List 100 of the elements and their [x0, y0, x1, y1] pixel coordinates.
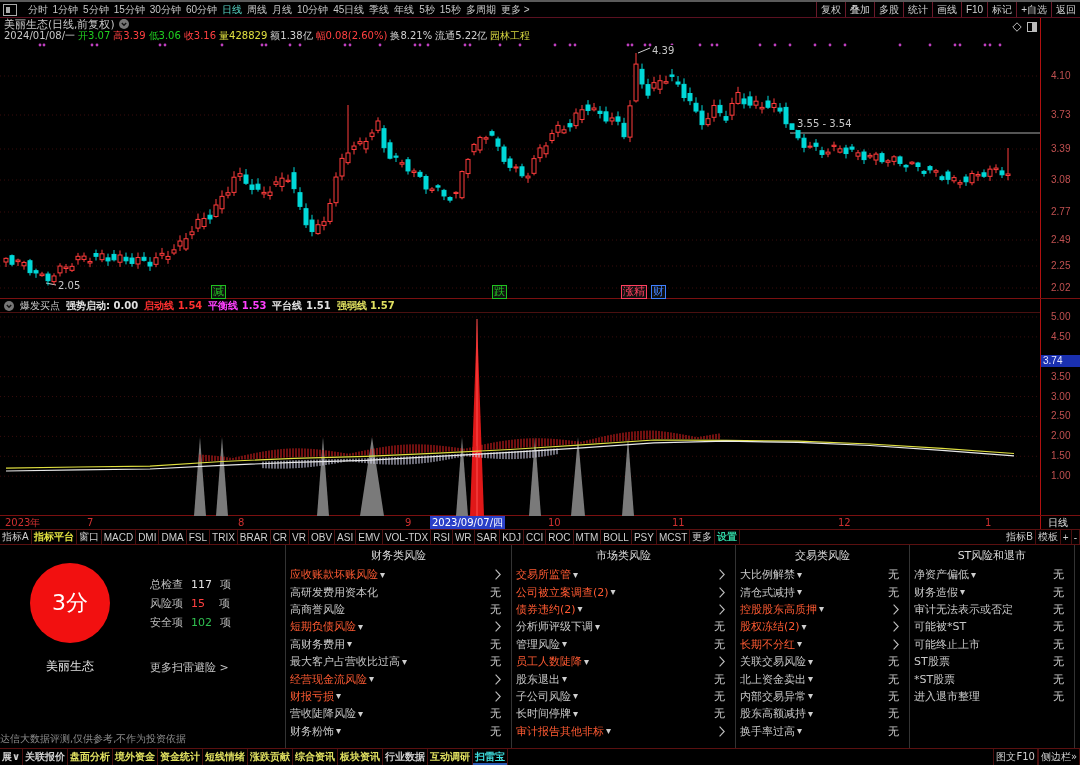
- indicator-tab[interactable]: BOLL: [601, 530, 632, 544]
- dropdown-caret[interactable]: ▾: [380, 568, 386, 581]
- chevron-right-icon[interactable]: [495, 569, 501, 581]
- risk-item[interactable]: 公司被立案调查(2): [516, 584, 609, 600]
- risk-item[interactable]: 内部交易异常: [740, 688, 806, 704]
- risk-item[interactable]: 清仓式减持: [740, 584, 795, 600]
- chevron-right-icon[interactable]: [893, 621, 899, 633]
- dropdown-caret[interactable]: ▾: [369, 673, 375, 686]
- risk-item[interactable]: 股东高额减持: [740, 706, 806, 722]
- indicator-tab[interactable]: VR: [290, 530, 309, 544]
- bottom-tab[interactable]: 短线情绪: [203, 749, 249, 765]
- collapse-icon[interactable]: [4, 301, 14, 311]
- dropdown-caret[interactable]: ▾: [577, 603, 583, 616]
- bottom-tab[interactable]: 行业数据: [383, 749, 429, 765]
- risk-item[interactable]: 管理风险: [516, 636, 560, 652]
- chevron-right-icon[interactable]: [893, 603, 899, 615]
- chevron-right-icon[interactable]: [719, 603, 725, 615]
- risk-item[interactable]: 子公司风险: [516, 688, 571, 704]
- risk-item[interactable]: 关联交易风险: [740, 654, 806, 670]
- risk-item[interactable]: 长时间停牌: [516, 706, 571, 722]
- indicator-tab[interactable]: RSI: [431, 530, 453, 544]
- risk-item[interactable]: 应收账款坏账风险: [290, 567, 378, 583]
- more-link[interactable]: 更多扫雷避险 >: [150, 660, 229, 675]
- risk-item[interactable]: 财务粉饰: [290, 723, 334, 739]
- risk-item[interactable]: 控股股东高质押: [740, 601, 817, 617]
- period-tab[interactable]: 45日线: [330, 2, 367, 17]
- dropdown-caret[interactable]: ▾: [562, 638, 568, 651]
- chevron-right-icon[interactable]: [495, 673, 501, 685]
- period-tab[interactable]: 年线: [391, 2, 417, 17]
- chevron-right-icon[interactable]: [719, 656, 725, 668]
- period-tab[interactable]: 日线: [219, 2, 245, 17]
- indicator-tab[interactable]: SAR: [474, 530, 501, 544]
- toolbar-button[interactable]: 标记: [987, 2, 1017, 17]
- period-tab[interactable]: 60分钟: [183, 2, 220, 17]
- bottom-tab[interactable]: 扫雷宝: [473, 749, 509, 765]
- dropdown-caret[interactable]: ▾: [960, 586, 966, 599]
- risk-item[interactable]: 债券违约(2): [516, 601, 576, 617]
- dropdown-icon[interactable]: [118, 19, 129, 29]
- risk-item[interactable]: 股东退出: [516, 671, 560, 687]
- risk-item[interactable]: 可能被*ST: [914, 619, 967, 635]
- risk-item[interactable]: 股权冻结(2): [740, 619, 800, 635]
- period-tab[interactable]: 季线: [366, 2, 392, 17]
- chevron-right-icon[interactable]: [719, 586, 725, 598]
- indicator-tab[interactable]: 设置: [715, 530, 741, 544]
- chevron-right-icon[interactable]: [719, 569, 725, 581]
- period-tab[interactable]: 5秒: [416, 2, 438, 17]
- toolbar-button[interactable]: +自选: [1016, 2, 1051, 17]
- dropdown-caret[interactable]: ▾: [610, 586, 616, 599]
- indicator-tab[interactable]: MTM: [573, 530, 602, 544]
- indicator-tab[interactable]: FSL: [186, 530, 211, 544]
- dropdown-caret[interactable]: ▾: [402, 655, 408, 668]
- indicator-tab[interactable]: KDJ: [500, 530, 525, 544]
- indicator-tab[interactable]: OBV: [309, 530, 336, 544]
- risk-item[interactable]: 高财务费用: [290, 636, 345, 652]
- risk-item[interactable]: 分析师评级下调: [516, 619, 593, 635]
- toolbar-button[interactable]: 多股: [873, 2, 903, 17]
- bottom-tab[interactable]: 关联报价: [23, 749, 69, 765]
- risk-item[interactable]: 净资产偏低: [914, 567, 969, 583]
- risk-item[interactable]: 北上资金卖出: [740, 671, 806, 687]
- indicator-tab[interactable]: ROC: [546, 530, 574, 544]
- period-tab[interactable]: 1分钟: [50, 2, 81, 17]
- indicator-tab[interactable]: ASI: [335, 530, 357, 544]
- dropdown-caret[interactable]: ▾: [595, 620, 601, 633]
- toolbar-button[interactable]: 复权: [815, 2, 845, 17]
- risk-item[interactable]: 财务造假: [914, 584, 958, 600]
- chevron-right-icon[interactable]: [495, 690, 501, 702]
- dropdown-caret[interactable]: ▾: [797, 638, 803, 651]
- bottom-tab[interactable]: 资金统计: [158, 749, 204, 765]
- indicator-tab[interactable]: 更多: [690, 530, 716, 544]
- dropdown-caret[interactable]: ▾: [797, 586, 803, 599]
- bottom-tab[interactable]: 综合资讯: [293, 749, 339, 765]
- indicator-tab[interactable]: MCST: [656, 530, 691, 544]
- period-tab[interactable]: 15秒: [437, 2, 464, 17]
- side-button[interactable]: 图文F10: [993, 749, 1038, 765]
- diamond-icon[interactable]: [1012, 22, 1022, 32]
- period-tab[interactable]: 月线: [269, 2, 295, 17]
- dropdown-caret[interactable]: ▾: [819, 603, 825, 616]
- indicator-tab[interactable]: CR: [270, 530, 291, 544]
- indicator-tab[interactable]: 模板: [1035, 530, 1061, 544]
- chevron-right-icon[interactable]: [719, 725, 725, 737]
- indicator-tab[interactable]: TRIX: [210, 530, 238, 544]
- sidebar-toggle-icon[interactable]: [1027, 22, 1037, 32]
- dropdown-caret[interactable]: ▾: [358, 707, 364, 720]
- period-tab[interactable]: 5分钟: [80, 2, 112, 17]
- indicator-tab[interactable]: 指标A: [0, 530, 32, 544]
- risk-item[interactable]: 短期负债风险: [290, 619, 356, 635]
- toolbar-button[interactable]: 画线: [931, 2, 961, 17]
- dropdown-caret[interactable]: ▾: [808, 673, 814, 686]
- risk-item[interactable]: 换手率过高: [740, 723, 795, 739]
- risk-item[interactable]: 经营现金流风险: [290, 671, 367, 687]
- risk-item[interactable]: *ST股票: [914, 671, 956, 687]
- dropdown-caret[interactable]: ▾: [347, 638, 353, 651]
- risk-item[interactable]: 高研发费用资本化: [290, 584, 378, 600]
- indicator-tab[interactable]: 指标B: [1004, 530, 1036, 544]
- toolbar-button[interactable]: 返回: [1051, 2, 1080, 17]
- indicator-tab[interactable]: 窗口: [76, 530, 102, 544]
- risk-item[interactable]: 长期不分红: [740, 636, 795, 652]
- bottom-tab[interactable]: 板块资讯: [338, 749, 384, 765]
- dropdown-caret[interactable]: ▾: [584, 655, 590, 668]
- period-tab[interactable]: 10分钟: [294, 2, 331, 17]
